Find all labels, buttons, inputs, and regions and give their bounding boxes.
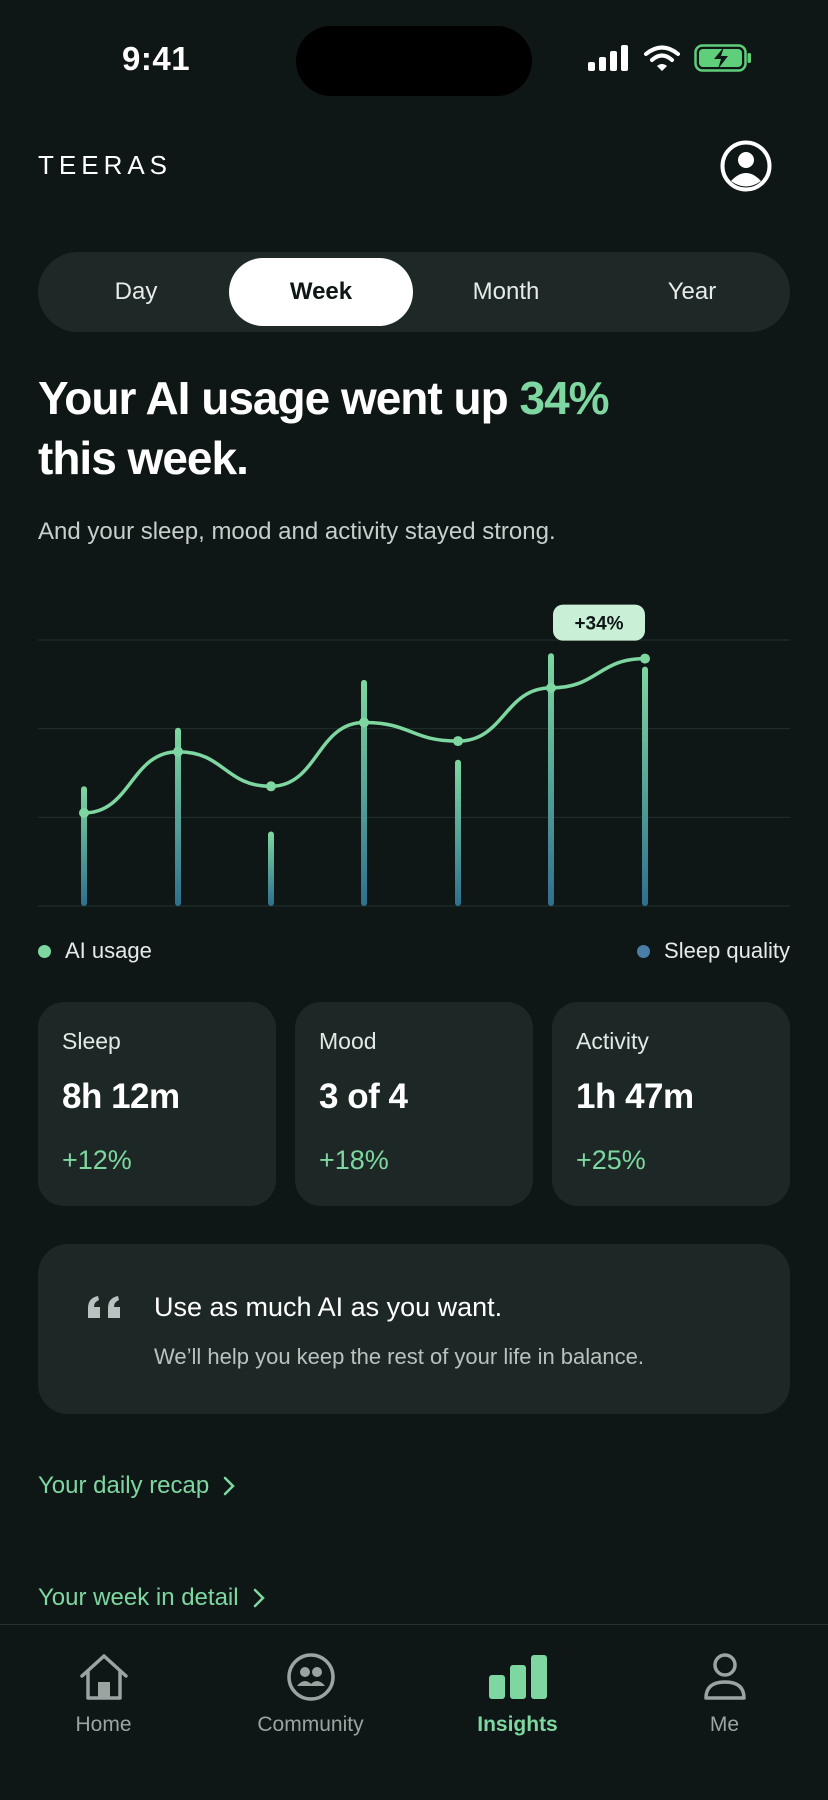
profile-icon[interactable] [720,140,772,192]
segment-month[interactable]: Month [414,258,598,326]
sleep-quality-bar [81,786,87,906]
headline-text: Your AI usage went up [38,372,520,424]
tab-bar: Home Community Insights Me [0,1624,828,1800]
segment-year[interactable]: Year [600,258,784,326]
card-label: Mood [319,1028,377,1054]
legend-label-ai: AI usage [65,938,152,963]
tab-community[interactable]: Community [207,1651,414,1737]
home-icon [79,1654,128,1700]
battery-icon [694,44,751,72]
week-detail-link[interactable]: Your week in detail [38,1584,265,1612]
headline-percent: 34% [519,372,609,424]
headline-text-2: this week. [38,432,249,484]
ai-usage-point [359,717,369,728]
ai-usage-point [640,653,650,664]
insight-subhead: And your sleep, mood and activity stayed… [38,518,556,545]
legend-sleep-quality: Sleep quality [637,938,790,964]
segment-week[interactable]: Week [229,258,413,326]
legend-dot-sleep [637,944,651,958]
card-change: +25% [576,1145,646,1175]
signal-icon [588,45,628,71]
card-value: 8h 12m [62,1077,180,1116]
status-time: 9:41 [122,40,191,77]
insight-headline: Your AI usage went up 34% this week. [38,368,790,488]
legend-ai-usage: AI usage [38,938,152,964]
tab-insights[interactable]: Insights [414,1651,621,1737]
sleep-quality-bar [455,759,461,906]
usage-chart: +34% [38,604,790,907]
stat-card-mood[interactable]: Mood 3 of 4 +18% [295,1002,533,1206]
ai-usage-point [266,781,276,792]
insights-bar-chart-icon [488,1655,547,1699]
ai-usage-point [546,682,556,693]
chevron-right-icon [253,1588,265,1608]
sleep-quality-bar [361,679,367,906]
brand-logo: TEERAS [38,150,173,180]
tab-label: Insights [477,1713,558,1736]
tab-label: Community [257,1713,364,1736]
legend-label-sleep: Sleep quality [664,938,790,963]
wifi-icon [644,45,680,71]
quote-title: Use as much AI as you want. [154,1292,503,1322]
legend-dot-ai [38,944,51,958]
person-icon [703,1653,746,1700]
sleep-quality-bar [642,666,648,906]
tab-home[interactable]: Home [0,1651,207,1737]
stat-card-sleep[interactable]: Sleep 8h 12m +12% [38,1002,276,1206]
sleep-quality-bar [268,831,274,906]
change-annotation-label: +34% [574,614,623,635]
chevron-right-icon [223,1476,236,1496]
quote-icon [88,1296,120,1318]
card-change: +12% [62,1145,132,1175]
card-value: 1h 47m [576,1077,694,1116]
status-icons [588,44,752,72]
card-change: +18% [319,1145,389,1175]
week-detail-label: Your week in detail [38,1584,239,1611]
card-value: 3 of 4 [319,1077,408,1116]
ai-usage-point [79,807,89,818]
daily-recap-label: Your daily recap [38,1472,210,1499]
card-label: Sleep [62,1028,121,1054]
quote-card: Use as much AI as you want. We’ll help y… [38,1244,790,1414]
tab-label: Home [75,1713,132,1736]
period-segmented-control: Day Week Month Year [38,252,790,332]
ai-usage-point [173,746,183,757]
stat-card-activity[interactable]: Activity 1h 47m +25% [552,1002,790,1206]
card-label: Activity [576,1028,649,1054]
tab-label: Me [709,1713,740,1736]
quote-body: We’ll help you keep the rest of your lif… [154,1344,644,1369]
segment-day[interactable]: Day [44,258,228,326]
community-icon [286,1653,335,1701]
daily-recap-link[interactable]: Your daily recap [38,1472,236,1500]
dynamic-island [296,26,532,96]
tab-me[interactable]: Me [621,1651,828,1737]
ai-usage-point [453,736,463,747]
